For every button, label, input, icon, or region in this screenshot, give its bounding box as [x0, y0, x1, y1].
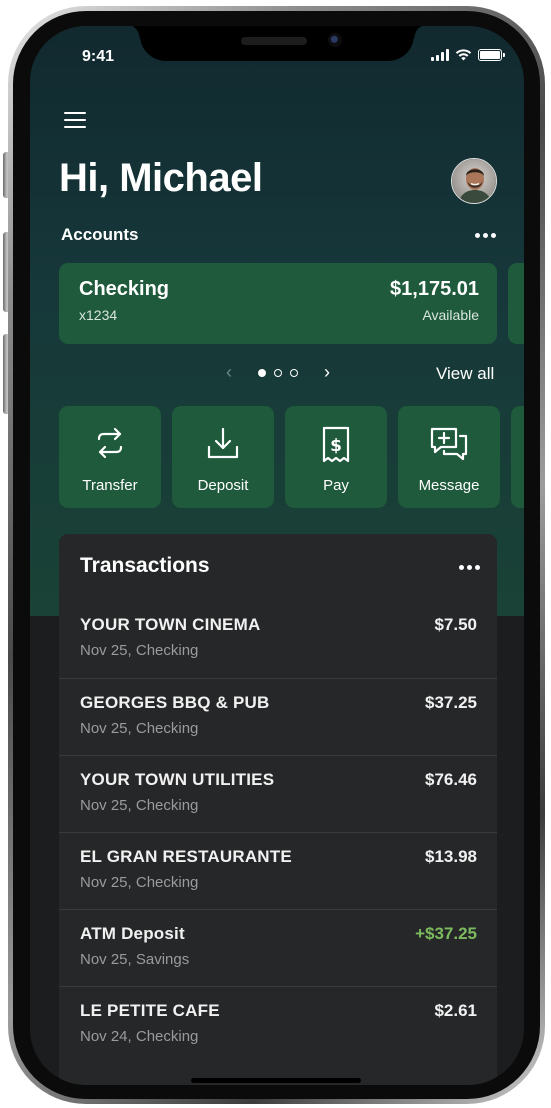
- transaction-detail: Nov 25, Checking: [80, 642, 199, 659]
- transaction-detail: Nov 25, Checking: [80, 874, 199, 891]
- transaction-amount: $2.61: [434, 1001, 477, 1020]
- transfer-icon: [97, 427, 123, 459]
- transaction-name: EL GRAN RESTAURANTE: [80, 847, 292, 866]
- transaction-row[interactable]: ATM Deposit Nov 25, Savings +$37.25: [59, 909, 497, 986]
- message-button[interactable]: Message: [398, 406, 500, 508]
- svg-text:$: $: [330, 436, 342, 456]
- accounts-label: Accounts: [61, 225, 139, 244]
- more-actions-peek[interactable]: [511, 406, 524, 508]
- transfer-button[interactable]: Transfer: [59, 406, 161, 508]
- view-all-link[interactable]: View all: [436, 364, 516, 384]
- pay-label: Pay: [323, 477, 349, 494]
- bill-receipt-icon: $: [322, 426, 350, 463]
- transaction-amount: $13.98: [425, 847, 477, 866]
- transaction-amount: $7.50: [434, 615, 477, 634]
- pay-button[interactable]: $ Pay: [285, 406, 387, 508]
- menu-icon[interactable]: [64, 112, 86, 128]
- account-card-next[interactable]: [508, 263, 524, 344]
- transaction-name: ATM Deposit: [80, 924, 185, 943]
- transaction-detail: Nov 24, Checking: [80, 1028, 199, 1045]
- wifi-icon: [455, 49, 472, 61]
- transaction-name: YOUR TOWN UTILITIES: [80, 770, 275, 789]
- pager-dot-3[interactable]: [290, 368, 298, 377]
- phone-screen: 9:41 Hi, Michael Accounts Checking x1234…: [30, 26, 524, 1085]
- transaction-amount: $76.46: [425, 770, 477, 789]
- speaker-grille: [241, 37, 307, 45]
- cellular-signal-icon: [431, 49, 449, 61]
- account-name: Checking: [79, 278, 170, 300]
- message-label: Message: [418, 477, 480, 494]
- transactions-panel: Transactions YOUR TOWN CINEMA Nov 25, Ch…: [59, 534, 497, 1085]
- home-indicator[interactable]: [191, 1078, 361, 1083]
- transaction-amount: $37.25: [425, 693, 477, 712]
- account-balance: $1,175.01: [390, 278, 479, 300]
- transaction-row[interactable]: YOUR TOWN CINEMA Nov 25, Checking $7.50: [59, 601, 497, 678]
- account-pager: ‹ ›: [226, 362, 330, 383]
- accounts-more-icon[interactable]: [475, 233, 496, 238]
- transaction-row[interactable]: YOUR TOWN UTILITIES Nov 25, Checking $76…: [59, 755, 497, 832]
- transaction-row[interactable]: EL GRAN RESTAURANTE Nov 25, Checking $13…: [59, 832, 497, 909]
- phone-frame: 9:41 Hi, Michael Accounts Checking x1234…: [8, 6, 545, 1104]
- transaction-detail: Nov 25, Checking: [80, 720, 199, 737]
- avatar[interactable]: [451, 158, 497, 204]
- notch: [126, 26, 428, 61]
- deposit-icon: [207, 427, 239, 459]
- transaction-name: GEORGES BBQ & PUB: [80, 693, 270, 712]
- battery-icon: [478, 49, 505, 61]
- status-time: 9:41: [82, 48, 115, 65]
- pager-dot-1[interactable]: [258, 368, 266, 377]
- chevron-left-icon[interactable]: ‹: [226, 362, 232, 383]
- front-camera: [328, 33, 342, 47]
- quick-actions: Transfer Deposit $ Pay Message: [59, 406, 524, 510]
- transaction-detail: Nov 25, Checking: [80, 797, 199, 814]
- transaction-detail: Nov 25, Savings: [80, 951, 190, 968]
- transaction-name: LE PETITE CAFE: [80, 1001, 220, 1020]
- deposit-button[interactable]: Deposit: [172, 406, 274, 508]
- pager-dot-2[interactable]: [274, 368, 282, 377]
- transaction-row[interactable]: LE PETITE CAFE Nov 24, Checking $2.61: [59, 986, 497, 1063]
- transaction-row[interactable]: GEORGES BBQ & PUB Nov 25, Checking $37.2…: [59, 678, 497, 755]
- account-card-checking[interactable]: Checking x1234 $1,175.01 Available: [59, 263, 497, 344]
- account-balance-label: Available: [422, 307, 479, 323]
- transactions-title: Transactions: [80, 554, 210, 577]
- chevron-right-icon[interactable]: ›: [324, 362, 330, 383]
- deposit-label: Deposit: [197, 477, 249, 494]
- transactions-more-icon[interactable]: [459, 565, 480, 570]
- transaction-amount: +$37.25: [415, 924, 477, 943]
- message-icon: [430, 427, 468, 461]
- greeting-title: Hi, Michael: [59, 156, 263, 200]
- transfer-label: Transfer: [82, 477, 138, 494]
- transaction-name: YOUR TOWN CINEMA: [80, 615, 261, 634]
- account-number: x1234: [79, 307, 118, 323]
- transactions-list: YOUR TOWN CINEMA Nov 25, Checking $7.50 …: [59, 601, 497, 1063]
- status-icons: [431, 49, 505, 61]
